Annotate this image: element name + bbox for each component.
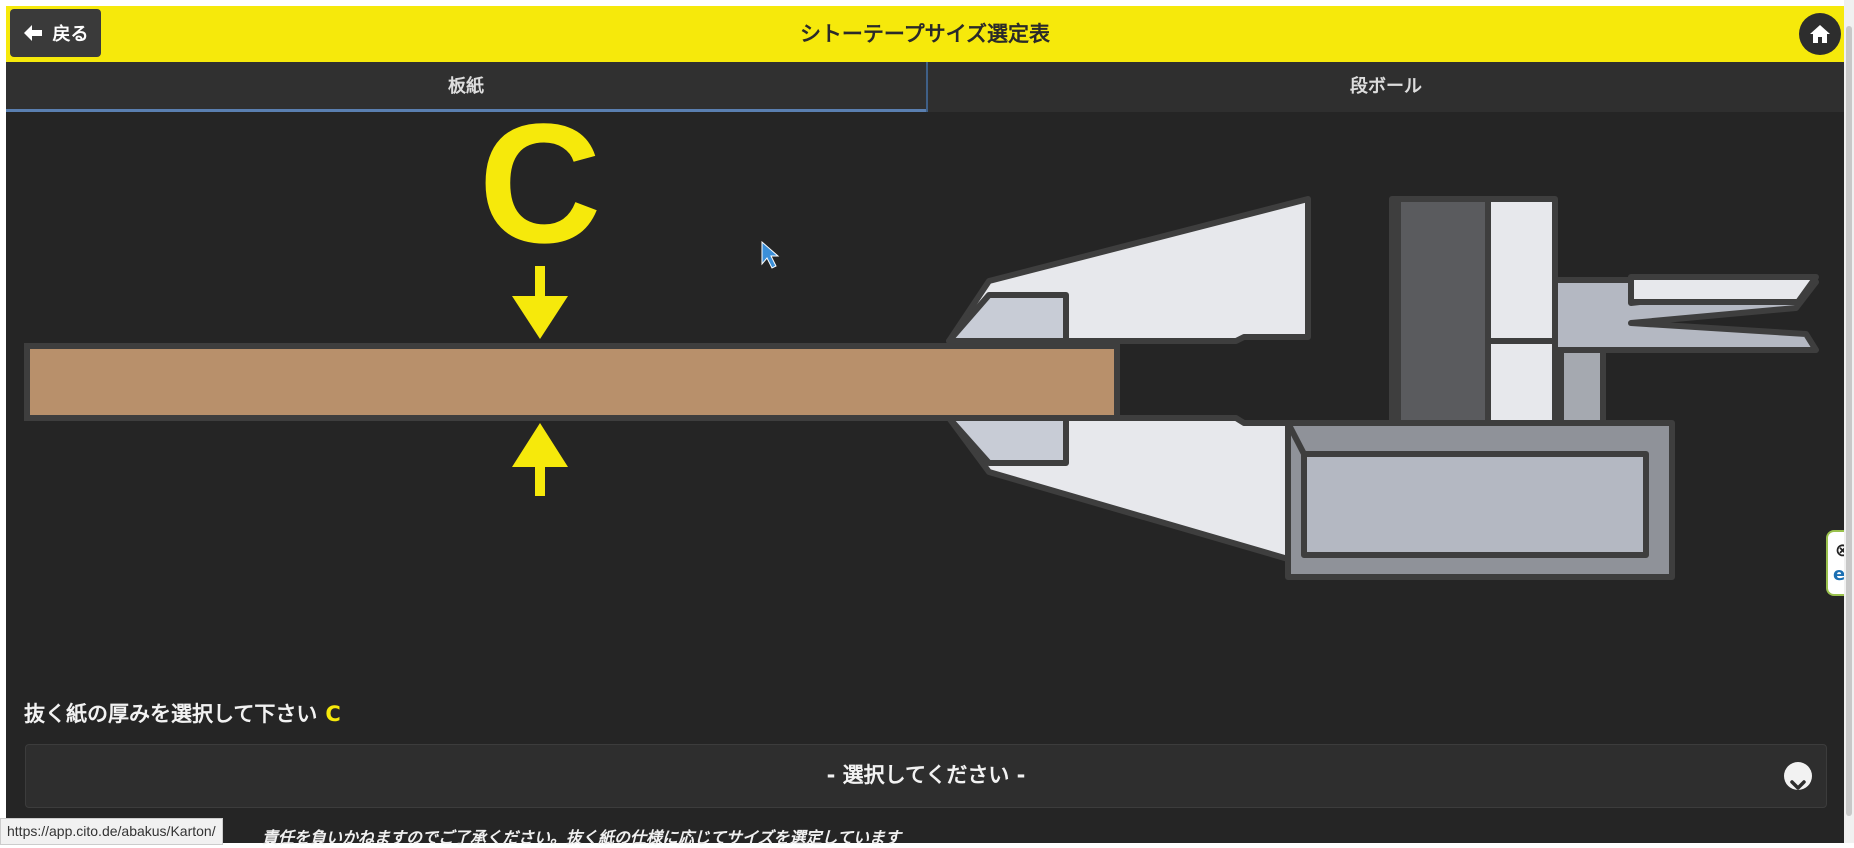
chevron-down-icon	[1784, 762, 1812, 790]
select-value: - 選択してください -	[826, 763, 1026, 787]
thickness-select[interactable]: - 選択してください -	[25, 744, 1827, 808]
arrow-up-icon	[512, 423, 568, 496]
disclaimer-text: 責任を負いかねますのでご了承ください。抜く紙の仕様に応じてサイズを選定しています	[262, 828, 902, 847]
thickness-diagram: C	[24, 112, 1819, 580]
tab-paperboard[interactable]: 板紙	[6, 62, 926, 112]
page-title: シトーテープサイズ選定表	[799, 22, 1051, 46]
arrow-left-icon	[23, 25, 42, 41]
status-bar-url: https://app.cito.de/abakus/Karton/	[0, 818, 223, 845]
thickness-prompt: 抜く紙の厚みを選択して下さい C	[24, 698, 341, 728]
material-tabs: 板紙 段ボール	[6, 62, 1844, 112]
app-window: シトーテープサイズ選定表 戻る 板紙 段ボール C 抜く紙の厚みを選択して下さい…	[6, 6, 1844, 847]
header-bar: シトーテープサイズ選定表 戻る	[6, 6, 1844, 62]
prompt-accent: C	[325, 702, 341, 726]
back-button[interactable]: 戻る	[10, 9, 101, 57]
cursor-icon	[761, 240, 780, 269]
scrollbar-thumb[interactable]	[1846, 26, 1852, 816]
prompt-text: 抜く紙の厚みを選択して下さい	[24, 702, 318, 726]
dimension-letter: C	[479, 112, 602, 279]
tab-corrugated[interactable]: 段ボール	[926, 62, 1844, 112]
home-button[interactable]	[1799, 13, 1841, 55]
back-button-label: 戻る	[52, 24, 89, 45]
home-icon	[1810, 25, 1830, 43]
paperboard-sample	[24, 343, 1120, 421]
